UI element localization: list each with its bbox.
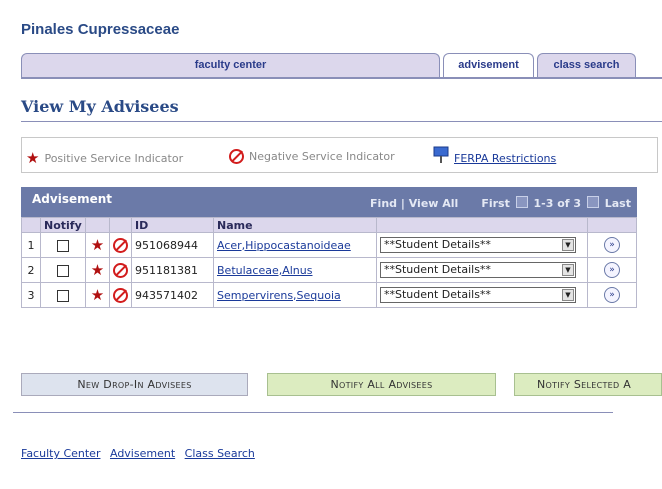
go-arrow-icon[interactable]: » xyxy=(604,287,620,303)
legend-positive-label: Positive Service Indicator xyxy=(44,151,184,165)
notify-selected-advisees-button[interactable]: Notify Selected A xyxy=(514,373,662,396)
footer-links: Faculty Center Advisement Class Search xyxy=(21,447,261,460)
star-icon: ★ xyxy=(26,149,40,167)
student-id: 951068944 xyxy=(131,232,214,258)
positive-cell: ★ xyxy=(85,232,110,258)
legend-positive: ★ Positive Service Indicator xyxy=(26,149,183,167)
row-number: 1 xyxy=(21,232,41,258)
negative-indicator-icon xyxy=(113,262,128,278)
go-cell: » xyxy=(587,232,637,258)
notify-checkbox[interactable] xyxy=(57,239,69,252)
footer-link-class-search[interactable]: Class Search xyxy=(185,447,255,460)
student-id: 943571402 xyxy=(131,282,214,308)
col-positive xyxy=(85,217,110,233)
col-rownum xyxy=(21,217,41,233)
student-id: 951181381 xyxy=(131,257,214,283)
col-go xyxy=(587,217,637,233)
row-number: 2 xyxy=(21,257,41,283)
tab-faculty-center[interactable]: faculty center xyxy=(21,53,440,77)
go-cell: » xyxy=(587,257,637,283)
negative-indicator-icon xyxy=(113,237,128,253)
notify-cell xyxy=(40,282,86,308)
grid-header: Advisement Find | View All First 1-3 of … xyxy=(21,187,637,217)
ferpa-link[interactable]: FERPA Restrictions xyxy=(454,152,556,165)
table-row: 3 ★ 943571402 Sempervirens,Sequoia **Stu… xyxy=(21,282,637,308)
title-divider xyxy=(21,121,662,122)
row-number: 3 xyxy=(21,282,41,308)
select-value: **Student Details** xyxy=(384,238,491,251)
col-action xyxy=(376,217,588,233)
select-value: **Student Details** xyxy=(384,288,491,301)
footer-link-advisement[interactable]: Advisement xyxy=(110,447,175,460)
student-action-select[interactable]: **Student Details** ▼ xyxy=(380,262,576,278)
student-name-link[interactable]: Betulaceae,Alnus xyxy=(217,264,312,277)
tab-advisement[interactable]: advisement xyxy=(443,53,534,77)
student-action-select[interactable]: **Student Details** ▼ xyxy=(380,237,576,253)
go-arrow-icon[interactable]: » xyxy=(604,237,620,253)
negative-indicator-icon xyxy=(113,287,128,303)
footer-link-faculty-center[interactable]: Faculty Center xyxy=(21,447,100,460)
col-id: ID xyxy=(131,217,214,233)
tab-class-search[interactable]: class search xyxy=(537,53,636,77)
dropdown-arrow-icon: ▼ xyxy=(562,264,574,276)
ferpa-sign-icon xyxy=(433,146,449,163)
tab-underline xyxy=(21,77,662,79)
positive-cell: ★ xyxy=(85,282,110,308)
action-cell: **Student Details** ▼ xyxy=(376,232,588,258)
col-name: Name xyxy=(213,217,377,233)
user-name: Pinales Cupressaceae xyxy=(21,21,180,38)
page-title: View My Advisees xyxy=(21,97,179,116)
indicator-legend: ★ Positive Service Indicator Negative Se… xyxy=(21,137,658,173)
advisees-table: Notify ID Name 1 ★ 951068944 Acer,Hippoc… xyxy=(21,217,637,308)
view-all-link[interactable]: View All xyxy=(409,197,459,210)
first-link[interactable]: First xyxy=(481,197,510,210)
star-icon: ★ xyxy=(90,261,105,279)
next-arrow-icon[interactable] xyxy=(586,196,599,208)
go-cell: » xyxy=(587,282,637,308)
action-cell: **Student Details** ▼ xyxy=(376,257,588,283)
name-cell: Betulaceae,Alnus xyxy=(213,257,377,283)
legend-ferpa: FERPA Restrictions xyxy=(432,144,556,165)
dropdown-arrow-icon: ▼ xyxy=(562,289,574,301)
negative-cell xyxy=(109,232,132,258)
table-header-row: Notify ID Name xyxy=(21,217,637,233)
legend-negative-label: Negative Service Indicator xyxy=(249,150,395,163)
notify-checkbox[interactable] xyxy=(57,289,69,302)
negative-cell xyxy=(109,257,132,283)
table-row: 2 ★ 951181381 Betulaceae,Alnus **Student… xyxy=(21,257,637,283)
prev-arrow-icon[interactable] xyxy=(515,196,528,208)
notify-checkbox[interactable] xyxy=(57,264,69,277)
grid-title: Advisement xyxy=(32,192,113,206)
go-arrow-icon[interactable]: » xyxy=(604,262,620,278)
last-link[interactable]: Last xyxy=(605,197,631,210)
table-row: 1 ★ 951068944 Acer,Hippocastanoideae **S… xyxy=(21,232,637,258)
action-cell: **Student Details** ▼ xyxy=(376,282,588,308)
star-icon: ★ xyxy=(90,286,105,304)
grid-navigation: Find | View All First 1-3 of 3 Last xyxy=(370,196,631,210)
dropdown-arrow-icon: ▼ xyxy=(562,239,574,251)
notify-all-advisees-button[interactable]: Notify All Advisees xyxy=(267,373,496,396)
star-icon: ★ xyxy=(90,236,105,254)
student-name-link[interactable]: Sempervirens,Sequoia xyxy=(217,289,341,302)
find-link[interactable]: Find xyxy=(370,197,397,210)
select-value: **Student Details** xyxy=(384,263,491,276)
name-cell: Sempervirens,Sequoia xyxy=(213,282,377,308)
student-action-select[interactable]: **Student Details** ▼ xyxy=(380,287,576,303)
negative-indicator-icon xyxy=(229,149,244,164)
notify-cell xyxy=(40,257,86,283)
student-name-link[interactable]: Acer,Hippocastanoideae xyxy=(217,239,351,252)
name-cell: Acer,Hippocastanoideae xyxy=(213,232,377,258)
negative-cell xyxy=(109,282,132,308)
positive-cell: ★ xyxy=(85,257,110,283)
legend-negative: Negative Service Indicator xyxy=(229,149,395,164)
col-notify: Notify xyxy=(40,217,86,233)
col-negative xyxy=(109,217,132,233)
notify-cell xyxy=(40,232,86,258)
new-dropin-advisees-button[interactable]: New Drop-In Advisees xyxy=(21,373,248,396)
row-range: 1-3 of 3 xyxy=(533,197,582,210)
footer-divider xyxy=(13,412,613,413)
